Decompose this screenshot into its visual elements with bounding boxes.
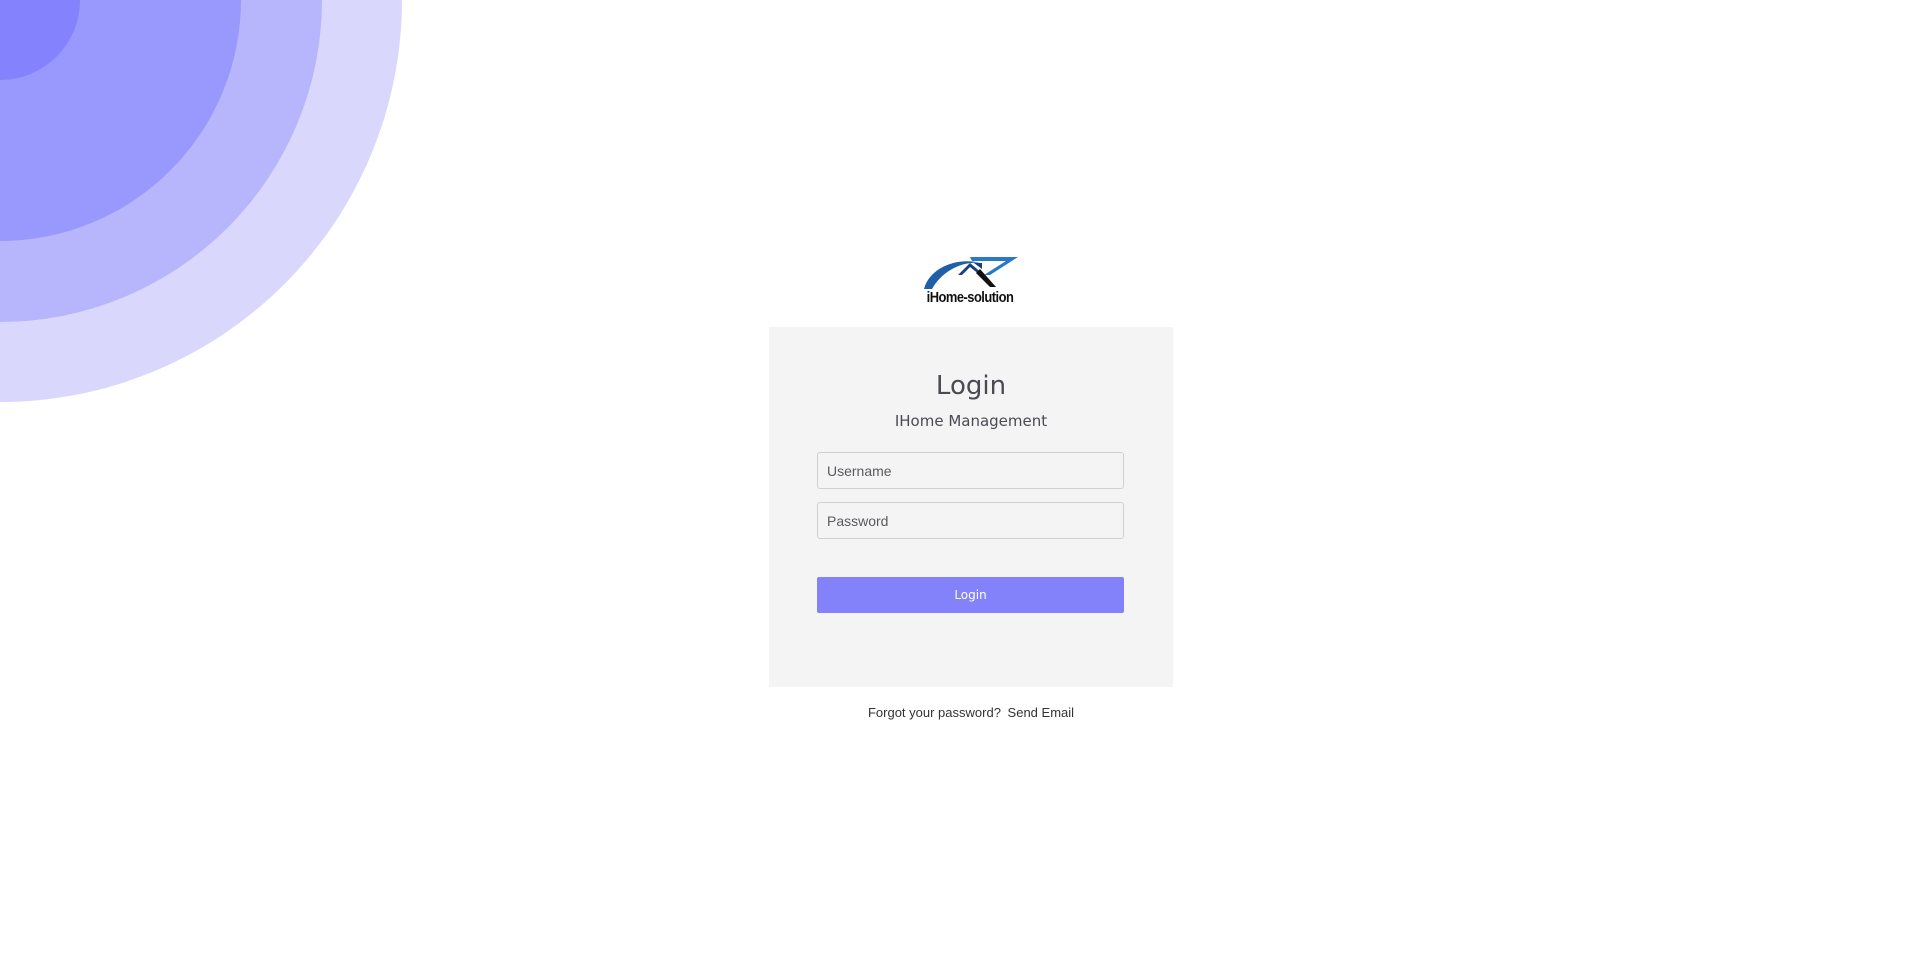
- brand-logo: iHome-solution: [918, 253, 1022, 311]
- username-input[interactable]: [817, 452, 1124, 489]
- forgot-password-text: Forgot your password?: [867, 705, 1001, 720]
- login-button[interactable]: Login: [817, 577, 1124, 613]
- forgot-password-row: Forgot your password? Send Email: [769, 705, 1173, 720]
- login-card: Login IHome Management Login: [769, 327, 1173, 687]
- page-subtitle: IHome Management: [894, 412, 1048, 430]
- login-page: iHome-solution Login IHome Management Lo…: [0, 0, 1920, 966]
- page-title: Login: [935, 371, 1007, 401]
- logo-wordmark: iHome-solution: [926, 289, 1014, 306]
- house-swoosh-icon: [924, 257, 1018, 289]
- password-input[interactable]: [817, 502, 1124, 539]
- send-email-link[interactable]: Send Email: [1008, 705, 1074, 720]
